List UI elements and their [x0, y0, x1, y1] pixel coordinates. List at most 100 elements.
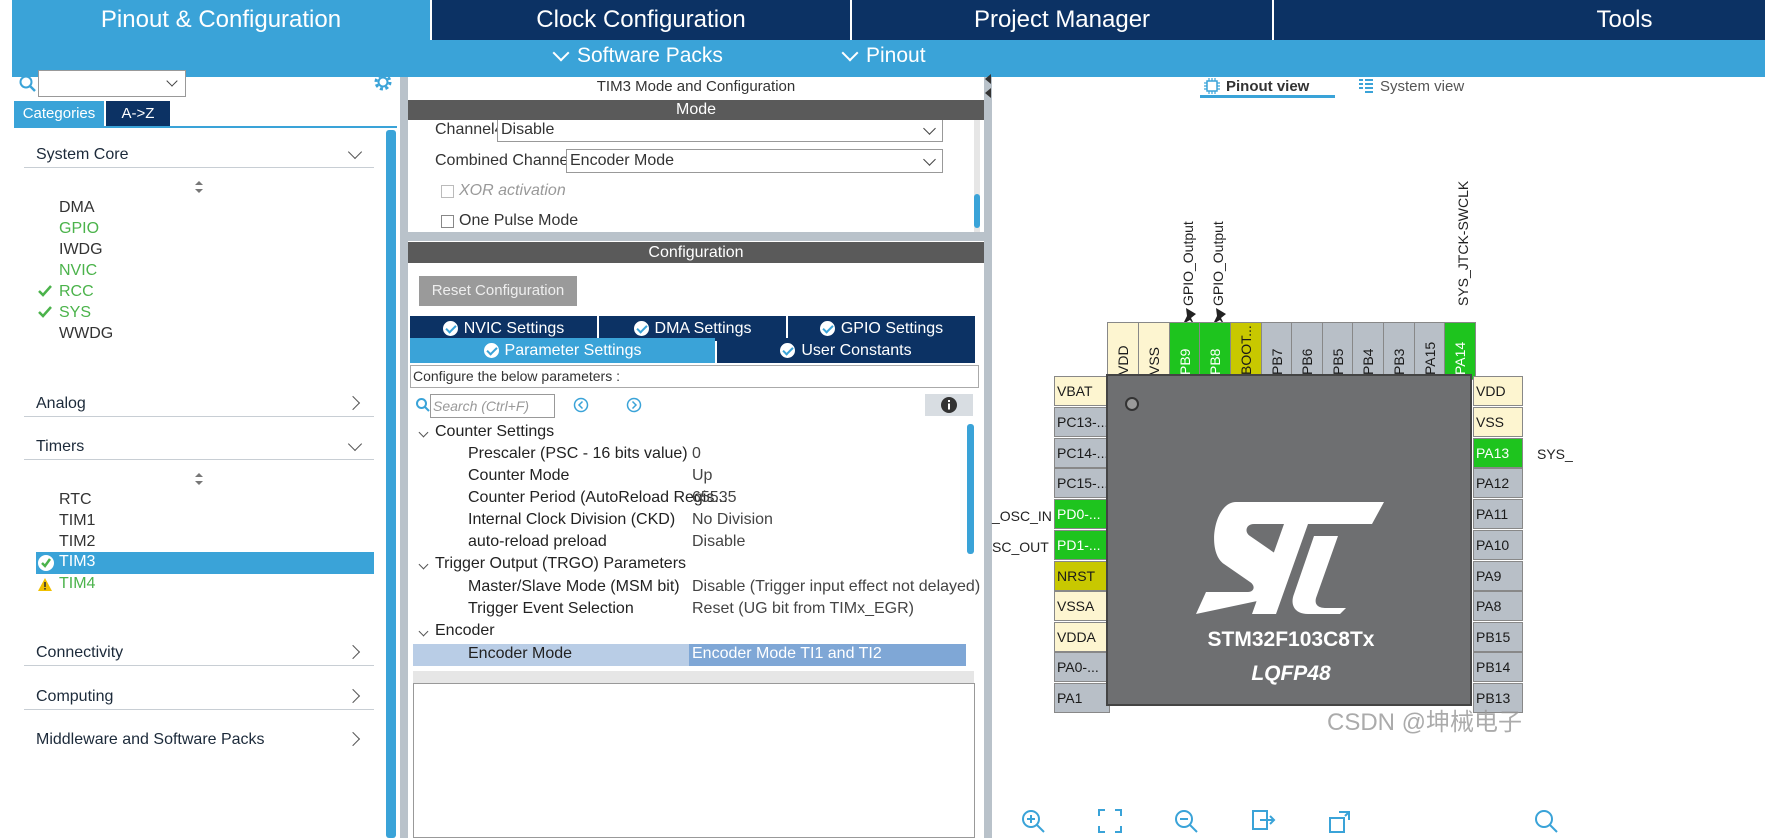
chevron-down-icon[interactable]	[347, 436, 363, 452]
param-value[interactable]: 65535	[692, 489, 737, 507]
item-tim3-selected[interactable]: TIM3	[36, 552, 374, 574]
pin-pb8[interactable]: PB8	[1199, 322, 1231, 380]
info-button[interactable]	[925, 394, 973, 416]
pin-nrst[interactable]: NRST	[1054, 561, 1110, 591]
gear-icon[interactable]	[372, 71, 394, 93]
item-dma[interactable]: DMA	[59, 199, 95, 217]
pin-pb15[interactable]: PB15	[1473, 622, 1523, 652]
item-nvic[interactable]: NVIC	[59, 262, 97, 280]
tab-a-z[interactable]: A->Z	[106, 101, 170, 127]
item-rcc[interactable]: RCC	[59, 283, 94, 301]
item-sys[interactable]: SYS	[59, 304, 91, 322]
item-gpio[interactable]: GPIO	[59, 220, 99, 238]
rotate-icon[interactable]	[1327, 808, 1353, 834]
param-value[interactable]: No Division	[692, 511, 773, 529]
combined-channels-select[interactable]: Encoder Mode	[566, 149, 943, 173]
item-iwdg[interactable]: IWDG	[59, 241, 103, 259]
pin-vbat[interactable]: VBAT	[1054, 376, 1110, 406]
pin-pc15[interactable]: PC15-...	[1054, 468, 1110, 498]
param-value[interactable]: Encoder Mode TI1 and TI2	[692, 645, 882, 663]
next-icon[interactable]	[626, 397, 642, 413]
param-value[interactable]: Disable	[692, 533, 745, 551]
pin-vssa[interactable]: VSSA	[1054, 591, 1110, 621]
item-wwdg[interactable]: WWDG	[59, 325, 113, 343]
tab-project-manager[interactable]: Project Manager	[852, 0, 1272, 40]
fit-icon[interactable]	[1097, 808, 1123, 834]
pin-boot0[interactable]: BOOT...	[1230, 322, 1262, 380]
item-rtc[interactable]: RTC	[59, 491, 92, 509]
pin-pd0[interactable]: PD0-...	[1054, 499, 1110, 529]
pin-vss-top[interactable]: VSS	[1138, 322, 1170, 380]
pin-pa10[interactable]: PA10	[1473, 530, 1523, 560]
tab-pinout-configuration[interactable]: Pinout & Configuration	[12, 0, 430, 40]
pin-pa9[interactable]: PA9	[1473, 561, 1523, 591]
pin-pb3[interactable]: PB3	[1383, 322, 1415, 380]
chevron-down-icon[interactable]	[347, 144, 363, 160]
pin-pb14[interactable]: PB14	[1473, 652, 1523, 682]
param-value[interactable]: Up	[692, 467, 712, 485]
export-icon[interactable]	[1250, 808, 1276, 834]
tab-user-constants[interactable]: User Constants	[717, 338, 975, 363]
left-scrollbar[interactable]	[386, 130, 396, 838]
pin-pa15[interactable]: PA15	[1414, 322, 1446, 380]
software-packs-menu[interactable]: Software Packs	[552, 44, 723, 68]
pin-pb9[interactable]: PB9	[1169, 322, 1201, 380]
search-params-input[interactable]: Search (Ctrl+F)	[430, 394, 555, 418]
channel4-select[interactable]: Disable	[497, 120, 943, 142]
search-combo[interactable]	[38, 70, 186, 97]
tab-pinout-view[interactable]: Pinout view	[1204, 75, 1341, 97]
collapse-icon[interactable]	[418, 427, 429, 438]
pin-pa0[interactable]: PA0-...	[1054, 652, 1110, 682]
reset-configuration-button[interactable]: Reset Configuration	[419, 276, 577, 306]
previous-icon[interactable]	[573, 397, 589, 413]
group-encoder[interactable]: Encoder	[435, 622, 495, 640]
category-timers[interactable]: Timers	[36, 438, 84, 456]
tab-tools[interactable]: Tools	[1274, 0, 1765, 40]
collapse-icon[interactable]	[418, 626, 429, 637]
param-value[interactable]: Disable (Trigger input effect not delaye…	[692, 578, 980, 596]
pinout-menu[interactable]: Pinout	[841, 44, 926, 68]
collapse-arrow-icon[interactable]	[984, 72, 992, 100]
mode-scrollbar[interactable]	[974, 194, 980, 228]
chevron-right-icon[interactable]	[345, 688, 361, 704]
pin-pa8[interactable]: PA8	[1473, 591, 1523, 621]
pin-pa14[interactable]: PA14	[1444, 322, 1476, 380]
pin-pa12[interactable]: PA12	[1473, 468, 1523, 498]
sort-icon[interactable]	[194, 180, 204, 194]
zoom-in-icon[interactable]	[1020, 808, 1046, 834]
mcu-chip[interactable]: STM32F103C8Tx LQFP48	[1106, 374, 1472, 706]
chevron-right-icon[interactable]	[345, 395, 361, 411]
pin-pa13[interactable]: PA13	[1473, 438, 1523, 468]
pin-pb5[interactable]: PB5	[1322, 322, 1354, 380]
zoom-out-icon[interactable]	[1173, 808, 1199, 834]
category-connectivity[interactable]: Connectivity	[36, 644, 123, 662]
category-analog[interactable]: Analog	[36, 395, 86, 413]
search-icon[interactable]	[415, 397, 431, 413]
pin-pa11[interactable]: PA11	[1473, 499, 1523, 529]
splitter-h[interactable]	[408, 232, 984, 241]
tab-parameter-settings[interactable]: Parameter Settings	[410, 338, 715, 363]
h-scrollbar[interactable]	[413, 671, 974, 683]
pin-vdd-top[interactable]: VDD	[1107, 322, 1139, 380]
pin-pc13[interactable]: PC13-...	[1054, 407, 1110, 437]
category-computing[interactable]: Computing	[36, 688, 113, 706]
pin-pd1[interactable]: PD1-...	[1054, 530, 1110, 560]
pin-vdda[interactable]: VDDA	[1054, 622, 1110, 652]
search-pin-icon[interactable]	[1533, 808, 1559, 834]
tab-categories[interactable]: Categories	[14, 101, 104, 127]
pin-pa1[interactable]: PA1	[1054, 683, 1110, 713]
tab-system-view[interactable]: System view	[1358, 75, 1478, 97]
chevron-right-icon[interactable]	[345, 731, 361, 747]
params-scrollbar[interactable]	[967, 424, 974, 554]
sort-icon[interactable]	[194, 472, 204, 486]
xor-checkbox[interactable]	[441, 185, 454, 198]
pin-vdd-right[interactable]: VDD	[1473, 376, 1523, 406]
pin-pb6[interactable]: PB6	[1291, 322, 1323, 380]
item-tim1[interactable]: TIM1	[59, 512, 95, 530]
item-tim2[interactable]: TIM2	[59, 533, 95, 551]
search-icon[interactable]	[18, 74, 38, 94]
group-counter-settings[interactable]: Counter Settings	[435, 423, 554, 441]
chevron-right-icon[interactable]	[345, 644, 361, 660]
category-middleware[interactable]: Middleware and Software Packs	[36, 731, 265, 749]
param-value[interactable]: 0	[692, 445, 701, 463]
